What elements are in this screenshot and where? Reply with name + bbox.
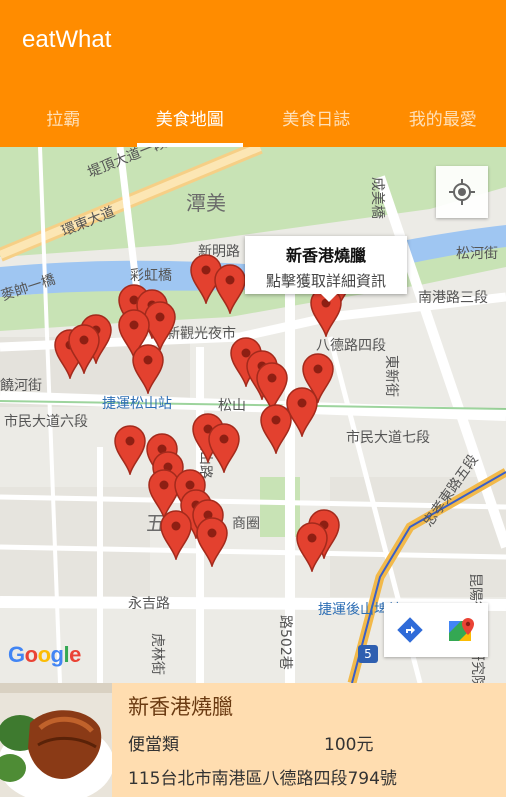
map-label: 饒河街	[0, 378, 42, 394]
map-label: 市民大道七段	[346, 430, 430, 446]
restaurant-pin-icon[interactable]	[67, 324, 101, 376]
map-label: 東新街	[383, 355, 399, 397]
restaurant-pin-icon[interactable]	[159, 510, 193, 562]
map-label: 永吉路	[128, 596, 170, 612]
restaurant-pin-icon[interactable]	[295, 522, 329, 574]
restaurant-pin-icon[interactable]	[213, 264, 247, 316]
crosshair-icon	[449, 179, 475, 205]
food-photo	[0, 683, 112, 797]
map-label: 商圈	[232, 516, 260, 532]
my-location-button[interactable]	[436, 166, 488, 218]
tab-slot-machine[interactable]: 拉霸	[0, 88, 127, 147]
map-label: 八德路四段	[316, 338, 386, 354]
app-bar: eatWhat 拉霸 美食地圖 美食日誌 我的最愛	[0, 0, 506, 147]
restaurant-card[interactable]: 新香港燒臘 便當類 100元 115台北市南港區八德路四段794號	[0, 683, 506, 797]
open-in-maps-button[interactable]	[436, 603, 488, 657]
map-label: 彩虹橋	[130, 268, 172, 284]
directions-icon	[397, 617, 423, 643]
restaurant-category: 便當類	[128, 735, 179, 755]
google-logo: Google	[8, 642, 81, 667]
tab-favorites[interactable]: 我的最愛	[380, 88, 506, 147]
tab-bar: 拉霸 美食地圖 美食日誌 我的最愛	[0, 88, 506, 147]
map-label: 捷運松山站	[102, 396, 172, 412]
map-label: 潭美	[186, 191, 226, 215]
info-window-subtitle: 點擊獲取詳細資訊	[265, 272, 386, 290]
map-label: 松河街	[456, 246, 498, 262]
restaurant-pin-icon[interactable]	[131, 344, 165, 396]
map-label: 成美橋	[369, 177, 385, 219]
restaurant-name: 新香港燒臘	[128, 695, 233, 719]
google-maps-icon	[449, 618, 474, 641]
directions-button[interactable]	[384, 603, 436, 657]
marker-info-window[interactable]: 新香港燒臘 點擊獲取詳細資訊	[245, 236, 407, 302]
restaurant-pin-icon[interactable]	[207, 423, 241, 475]
map-view[interactable]: 堤頂大道一段 環東大道 潭美 新明路 彩虹橋 松河街 南港路三段 成美橋 麥帥一…	[0, 147, 506, 683]
app-title: eatWhat	[22, 26, 112, 53]
info-window-title: 新香港燒臘	[285, 246, 366, 265]
map-toolbar	[384, 603, 488, 657]
restaurant-price: 100元	[324, 735, 374, 755]
tab-food-map[interactable]: 美食地圖	[127, 88, 254, 147]
map-label: 路502巷	[277, 615, 293, 670]
map-label: 松山	[218, 398, 246, 414]
map-label: 虎林街	[149, 633, 165, 675]
map-label: 南港路三段	[418, 290, 488, 306]
restaurant-pin-icon[interactable]	[195, 517, 229, 569]
tab-food-diary[interactable]: 美食日誌	[253, 88, 380, 147]
map-label: 市民大道六段	[4, 414, 88, 430]
restaurant-pin-icon[interactable]	[259, 404, 293, 456]
restaurant-pin-icon[interactable]	[113, 425, 147, 477]
restaurant-address: 115台北市南港區八德路四段794號	[128, 769, 397, 789]
highway-shield: 5	[358, 645, 378, 663]
